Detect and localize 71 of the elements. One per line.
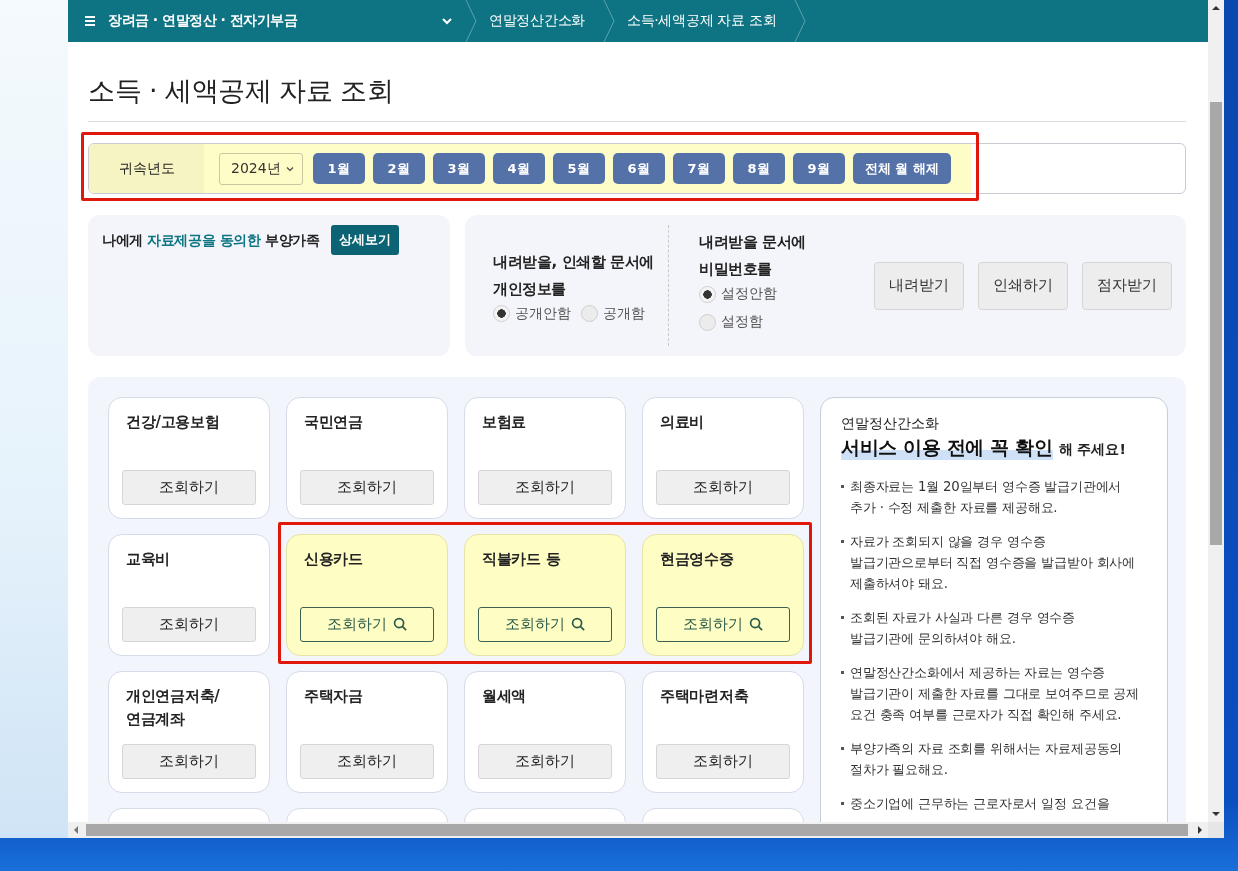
lookup-button[interactable]: 조회하기 bbox=[478, 744, 612, 779]
category-name: 건강/고용보험 bbox=[125, 412, 221, 433]
category-name: 현금영수증 bbox=[659, 549, 735, 570]
notice-headline-suffix: 해 주세요! bbox=[1058, 441, 1126, 459]
radio-option[interactable]: 설정함 bbox=[698, 313, 806, 331]
chevron-down-icon bbox=[285, 164, 294, 173]
horizontal-scrollbar[interactable] bbox=[68, 822, 1208, 838]
category-name: 교육비 bbox=[125, 549, 172, 570]
option-question: 내려받을, 인쇄할 문서에 개인정보를 bbox=[493, 251, 654, 300]
search-icon bbox=[748, 617, 764, 632]
menu-icon[interactable] bbox=[84, 15, 96, 27]
lookup-button[interactable]: 조회하기 bbox=[122, 744, 256, 779]
category-name: 개인연금저축/ 연금계좌 bbox=[125, 686, 221, 730]
lookup-button[interactable]: 조회하기 bbox=[300, 607, 434, 642]
lookup-button[interactable]: 조회하기 bbox=[300, 744, 434, 779]
notice-text: 연말정산간소화에서 제공하는 자료는 영수증 발급기관이 제출한 자료를 그대로 보여주므로 공제 요건 충족 여부를 근로자가 직접 확인해 주세요. bbox=[850, 664, 1139, 724]
notice-text: 조회된 자료가 사실과 다른 경우 영수증 발급기관에 문의하셔야 해요. bbox=[850, 609, 1075, 648]
radio-option[interactable]: 공개함 bbox=[581, 304, 645, 323]
radio-option[interactable]: 공개안함 bbox=[493, 304, 571, 323]
lookup-button[interactable]: 조회하기 bbox=[478, 607, 612, 642]
month-button[interactable]: 8월 bbox=[732, 153, 785, 184]
lookup-button[interactable]: 조회하기 bbox=[122, 607, 256, 642]
year-label: 귀속년도 bbox=[89, 144, 204, 193]
category-name: 주택마련저축 bbox=[659, 686, 750, 707]
month-button[interactable]: 9월 bbox=[792, 153, 845, 184]
month-button[interactable]: 6월 bbox=[612, 153, 665, 184]
category-name: 의료비 bbox=[659, 412, 706, 433]
month-button[interactable]: 3월 bbox=[432, 153, 485, 184]
category-name: 직불카드 등 bbox=[481, 549, 562, 570]
month-button[interactable]: 전체 월 해제 bbox=[852, 153, 951, 184]
category-name: 주택자금 bbox=[303, 686, 364, 707]
page-title: 소득 · 세액공제 자료 조회 bbox=[88, 74, 395, 108]
month-button[interactable]: 2월 bbox=[372, 153, 425, 184]
action-button[interactable]: 내려받기 bbox=[874, 261, 964, 310]
breadcrumb-separator bbox=[602, 0, 615, 42]
lookup-button[interactable]: 조회하기 bbox=[122, 470, 256, 505]
notice-text: 중소기업에 근무하는 근로자로서 일정 요건을 bbox=[850, 795, 1110, 813]
lookup-button[interactable]: 조회하기 bbox=[656, 744, 790, 779]
category-name: 국민연금 bbox=[303, 412, 364, 433]
action-button[interactable]: 점자받기 bbox=[1082, 261, 1172, 310]
notice-text: 부양가족의 자료 조회를 위해서는 자료제공동의 절차가 필요해요. bbox=[850, 740, 1123, 779]
category-name: 신용카드 bbox=[303, 549, 364, 570]
lookup-button[interactable]: 조회하기 bbox=[478, 470, 612, 505]
option-question: 내려받을 문서에 비밀번호를 bbox=[698, 232, 806, 280]
year-dropdown[interactable]: 2024년 bbox=[219, 152, 303, 185]
month-button[interactable]: 7월 bbox=[672, 153, 725, 184]
breadcrumb-link[interactable]: 연말정산간소화 bbox=[477, 12, 603, 30]
notice-text: 최종자료는 1월 20일부터 영수증 발급기관에서 추가 · 수정 제출한 자료를 제공해요. bbox=[850, 478, 1122, 517]
month-button[interactable]: 4월 bbox=[492, 153, 545, 184]
search-icon bbox=[392, 617, 408, 632]
lookup-button[interactable]: 조회하기 bbox=[656, 607, 790, 642]
month-button[interactable]: 5월 bbox=[552, 153, 605, 184]
lookup-button[interactable]: 조회하기 bbox=[300, 470, 434, 505]
breadcrumb-link[interactable]: 소득·세액공제 자료 조회 bbox=[614, 12, 795, 30]
breadcrumb-separator bbox=[465, 0, 477, 42]
breadcrumb-separator bbox=[794, 0, 807, 42]
category-name: 보험료 bbox=[481, 412, 528, 433]
details-button[interactable]: 상세보기 bbox=[331, 225, 400, 255]
lookup-button[interactable]: 조회하기 bbox=[656, 470, 790, 505]
nav-title[interactable]: 장려금 · 연말정산 · 전자기부금 bbox=[108, 12, 441, 30]
search-icon bbox=[570, 617, 586, 632]
action-button[interactable]: 인쇄하기 bbox=[978, 261, 1068, 310]
chevron-down-icon[interactable] bbox=[441, 15, 453, 27]
month-button[interactable]: 1월 bbox=[312, 153, 365, 184]
notice-eyebrow: 연말정산간소화 bbox=[841, 415, 940, 433]
vertical-scrollbar[interactable] bbox=[1208, 0, 1224, 822]
consent-text: 나에게 자료제공을 동의한 부양가족 bbox=[102, 232, 320, 250]
radio-option[interactable]: 설정안함 bbox=[698, 285, 806, 303]
scrollbar-corner bbox=[1208, 822, 1224, 838]
category-name: 월세액 bbox=[481, 686, 528, 707]
notice-text: 자료가 조회되지 않을 경우 영수증 발급기관으로부터 직접 영수증을 발급받아 회사에 제출하셔야 돼요. bbox=[850, 533, 1135, 593]
